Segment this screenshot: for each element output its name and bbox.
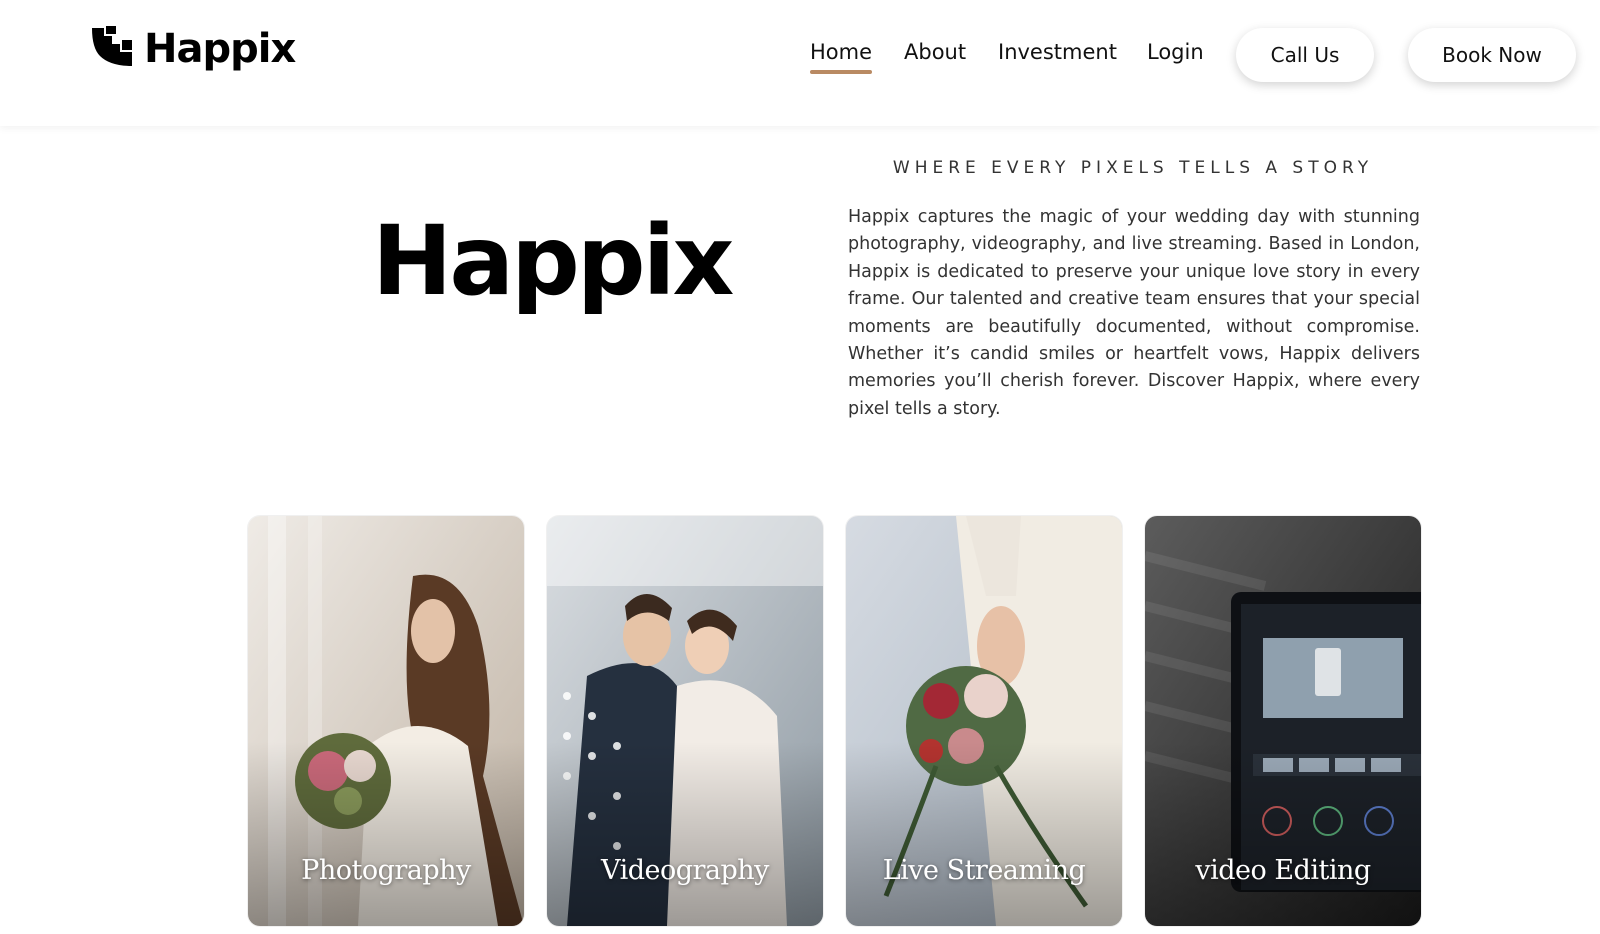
- nav-about[interactable]: About: [904, 40, 966, 64]
- service-label-live-streaming: Live Streaming: [882, 855, 1086, 886]
- site-header: Happix Home About Investment Login Call …: [0, 0, 1600, 126]
- service-label-photography: Photography: [301, 855, 471, 886]
- service-label-video-editing: video Editing: [1195, 855, 1371, 886]
- service-card-live-streaming[interactable]: Live Streaming: [846, 516, 1122, 926]
- service-card-video-editing[interactable]: video Editing: [1145, 516, 1421, 926]
- call-us-button[interactable]: Call Us: [1236, 28, 1374, 82]
- nav-investment[interactable]: Investment: [998, 40, 1117, 64]
- nav-home[interactable]: Home: [810, 40, 873, 74]
- nav-login[interactable]: Login: [1147, 40, 1204, 64]
- brand-name: Happix: [144, 26, 296, 72]
- hero-intro: Happix captures the magic of your weddin…: [848, 207, 1420, 419]
- service-card-videography[interactable]: Videography: [547, 516, 823, 926]
- hero-logo: Happix: [372, 205, 734, 317]
- brand-logo[interactable]: Happix: [90, 26, 296, 72]
- hero-tagline: WHERE EVERY PIXELS TELLS A STORY: [892, 158, 1374, 178]
- service-card-photography[interactable]: Photography: [248, 516, 524, 926]
- service-label-videography: Videography: [601, 855, 769, 886]
- book-now-button[interactable]: Book Now: [1408, 28, 1576, 82]
- brand-logo-icon: [92, 26, 132, 66]
